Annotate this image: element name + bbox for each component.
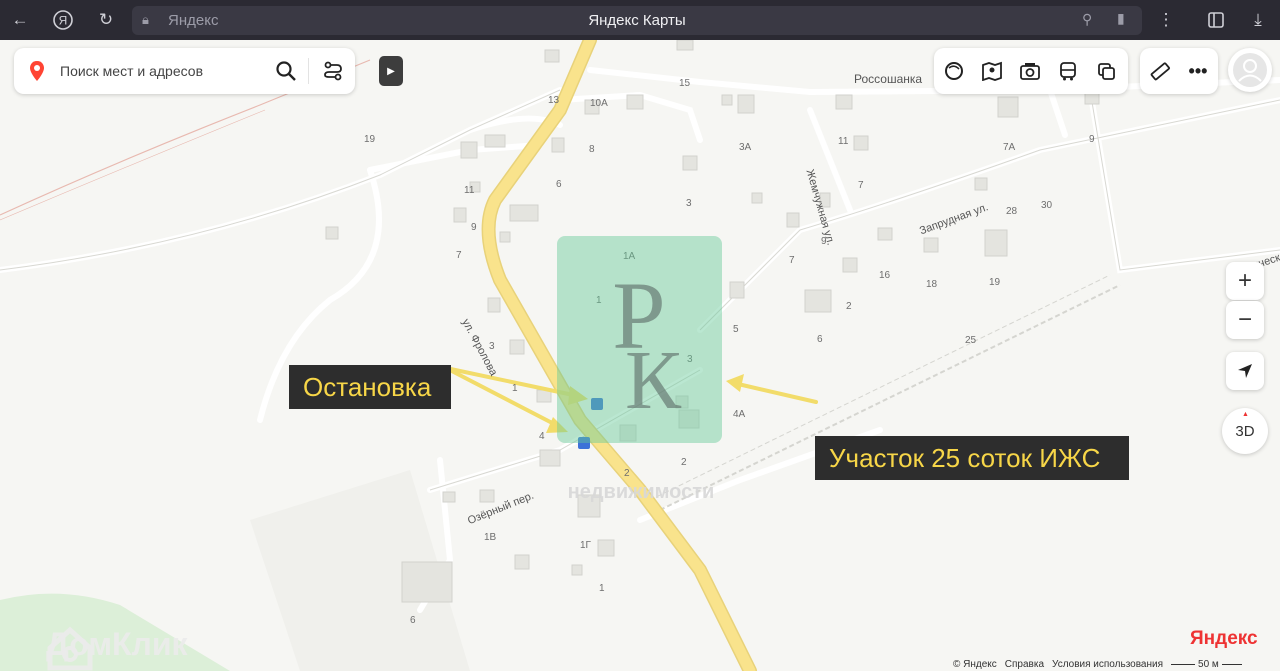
house-number: 2 xyxy=(846,301,852,312)
house-number: 19 xyxy=(989,277,1001,288)
more-icon[interactable]: ••• xyxy=(1186,59,1210,83)
house-number: 18 xyxy=(926,279,938,290)
house-number: 11 xyxy=(464,185,475,196)
house-number: 7А xyxy=(1003,142,1016,153)
copyright-link[interactable]: © Яндекс xyxy=(953,659,997,670)
search-icon[interactable] xyxy=(275,60,297,82)
view-3d-label: 3D xyxy=(1235,422,1255,440)
place-label-rossoshanka: Россошанка xyxy=(854,72,923,86)
yandex-browser-icon[interactable]: Я xyxy=(51,8,75,32)
house-number: 6 xyxy=(556,179,562,190)
panorama-map-icon[interactable] xyxy=(980,59,1004,83)
house-number: 25 xyxy=(965,335,977,346)
house-number: 3А xyxy=(739,142,752,153)
house-number: 11 xyxy=(838,136,849,147)
search-panel[interactable]: Поиск мест и адресов xyxy=(14,48,355,94)
house-number: 13 xyxy=(548,95,560,106)
compass-north-icon: ▲ xyxy=(1242,411,1249,418)
callout-stop: Остановка xyxy=(289,365,451,409)
house-number: 1 xyxy=(512,383,518,394)
location-pin-icon[interactable]: ⚲ xyxy=(1082,11,1092,28)
address-bar[interactable]: 🔒︎ Яндекс Яндекс Карты ⚲ ▮ xyxy=(132,6,1142,35)
more-vertical-icon[interactable]: ⋮ xyxy=(1154,8,1178,32)
callout-plot: Участок 25 соток ИЖС xyxy=(815,436,1129,480)
domclick-logo-icon xyxy=(47,626,93,671)
agency-watermark-text: недвижимости xyxy=(567,481,715,503)
house-number: 2 xyxy=(681,457,687,468)
house-number: 3 xyxy=(686,198,692,209)
location-arrow-icon xyxy=(1238,364,1252,378)
user-icon xyxy=(1233,53,1267,87)
house-number: 1В xyxy=(484,532,497,543)
browser-toolbar: ← Я ↻ 🔒︎ Яндекс Яндекс Карты ⚲ ▮ ⋮ ⤓ xyxy=(0,0,1280,40)
agency-logo-icon: Р К xyxy=(612,262,682,427)
search-input[interactable]: Поиск мест и адресов xyxy=(60,63,203,79)
transport-bus-icon[interactable] xyxy=(1056,59,1080,83)
collapse-sidebar-button[interactable]: ▶ xyxy=(379,56,403,86)
ruler-icon[interactable] xyxy=(1148,59,1172,83)
zoom-out-button[interactable]: − xyxy=(1226,301,1264,339)
house-number: 5 xyxy=(733,324,739,335)
house-number: 4 xyxy=(539,431,545,442)
house-number: 7 xyxy=(456,250,462,261)
house-number: 1Г xyxy=(580,540,591,551)
domclick-watermark: ДомКлик xyxy=(46,626,188,671)
house-number: 6 xyxy=(817,334,823,345)
map-tools-toolbar: ••• xyxy=(1140,48,1218,94)
house-number: 9 xyxy=(471,222,477,233)
house-number: 16 xyxy=(879,270,891,281)
house-number: 10А xyxy=(590,98,608,109)
house-number: 28 xyxy=(1006,206,1018,217)
scale-bar: 50 м xyxy=(1171,659,1242,670)
layers-icon[interactable] xyxy=(942,59,966,83)
back-icon[interactable]: ← xyxy=(8,8,32,32)
house-number: 19 xyxy=(364,134,376,145)
agency-logo-overlay: Р К xyxy=(557,236,722,443)
divider xyxy=(308,58,309,84)
help-link[interactable]: Справка xyxy=(1005,659,1044,670)
reload-icon[interactable]: ↻ xyxy=(94,8,118,32)
user-avatar[interactable] xyxy=(1228,48,1272,92)
route-icon[interactable] xyxy=(322,60,344,82)
house-number: 15 xyxy=(679,78,691,89)
house-number: 3 xyxy=(489,341,495,352)
map-footer: © Яндекс Справка Условия использования 5… xyxy=(953,659,1242,670)
house-number: 7 xyxy=(858,180,864,191)
map-layers-icon[interactable] xyxy=(1094,59,1118,83)
house-number: 30 xyxy=(1041,200,1053,211)
map-pin-icon xyxy=(30,61,44,81)
map-canvas[interactable]: 15 13 10А 8 3А 11 7А 9 19 6 11 3 7 28 30… xyxy=(0,40,1280,671)
svg-text:К: К xyxy=(625,334,682,427)
house-number: 6 xyxy=(410,615,416,626)
house-number: 4А xyxy=(733,409,746,420)
yandex-logo: Яндекс xyxy=(1190,628,1258,649)
house-number: 7 xyxy=(789,255,795,266)
my-location-button[interactable] xyxy=(1226,352,1264,390)
house-number: 8 xyxy=(589,144,595,155)
page-title: Яндекс Карты xyxy=(588,12,686,29)
terms-link[interactable]: Условия использования xyxy=(1052,659,1163,670)
camera-icon[interactable] xyxy=(1018,59,1042,83)
view-3d-button[interactable]: 3D ▲ xyxy=(1222,408,1268,454)
house-number: 1 xyxy=(599,583,605,594)
svg-text:Я: Я xyxy=(59,14,68,28)
extensions-icon[interactable] xyxy=(1204,8,1228,32)
download-icon[interactable]: ⤓ xyxy=(1246,8,1270,32)
zoom-in-button[interactable]: + xyxy=(1226,262,1264,300)
map-layers-toolbar xyxy=(934,48,1128,94)
house-number: 9 xyxy=(1089,134,1095,145)
house-number: 2 xyxy=(624,468,630,479)
bookmark-icon[interactable]: ▮ xyxy=(1117,10,1125,27)
